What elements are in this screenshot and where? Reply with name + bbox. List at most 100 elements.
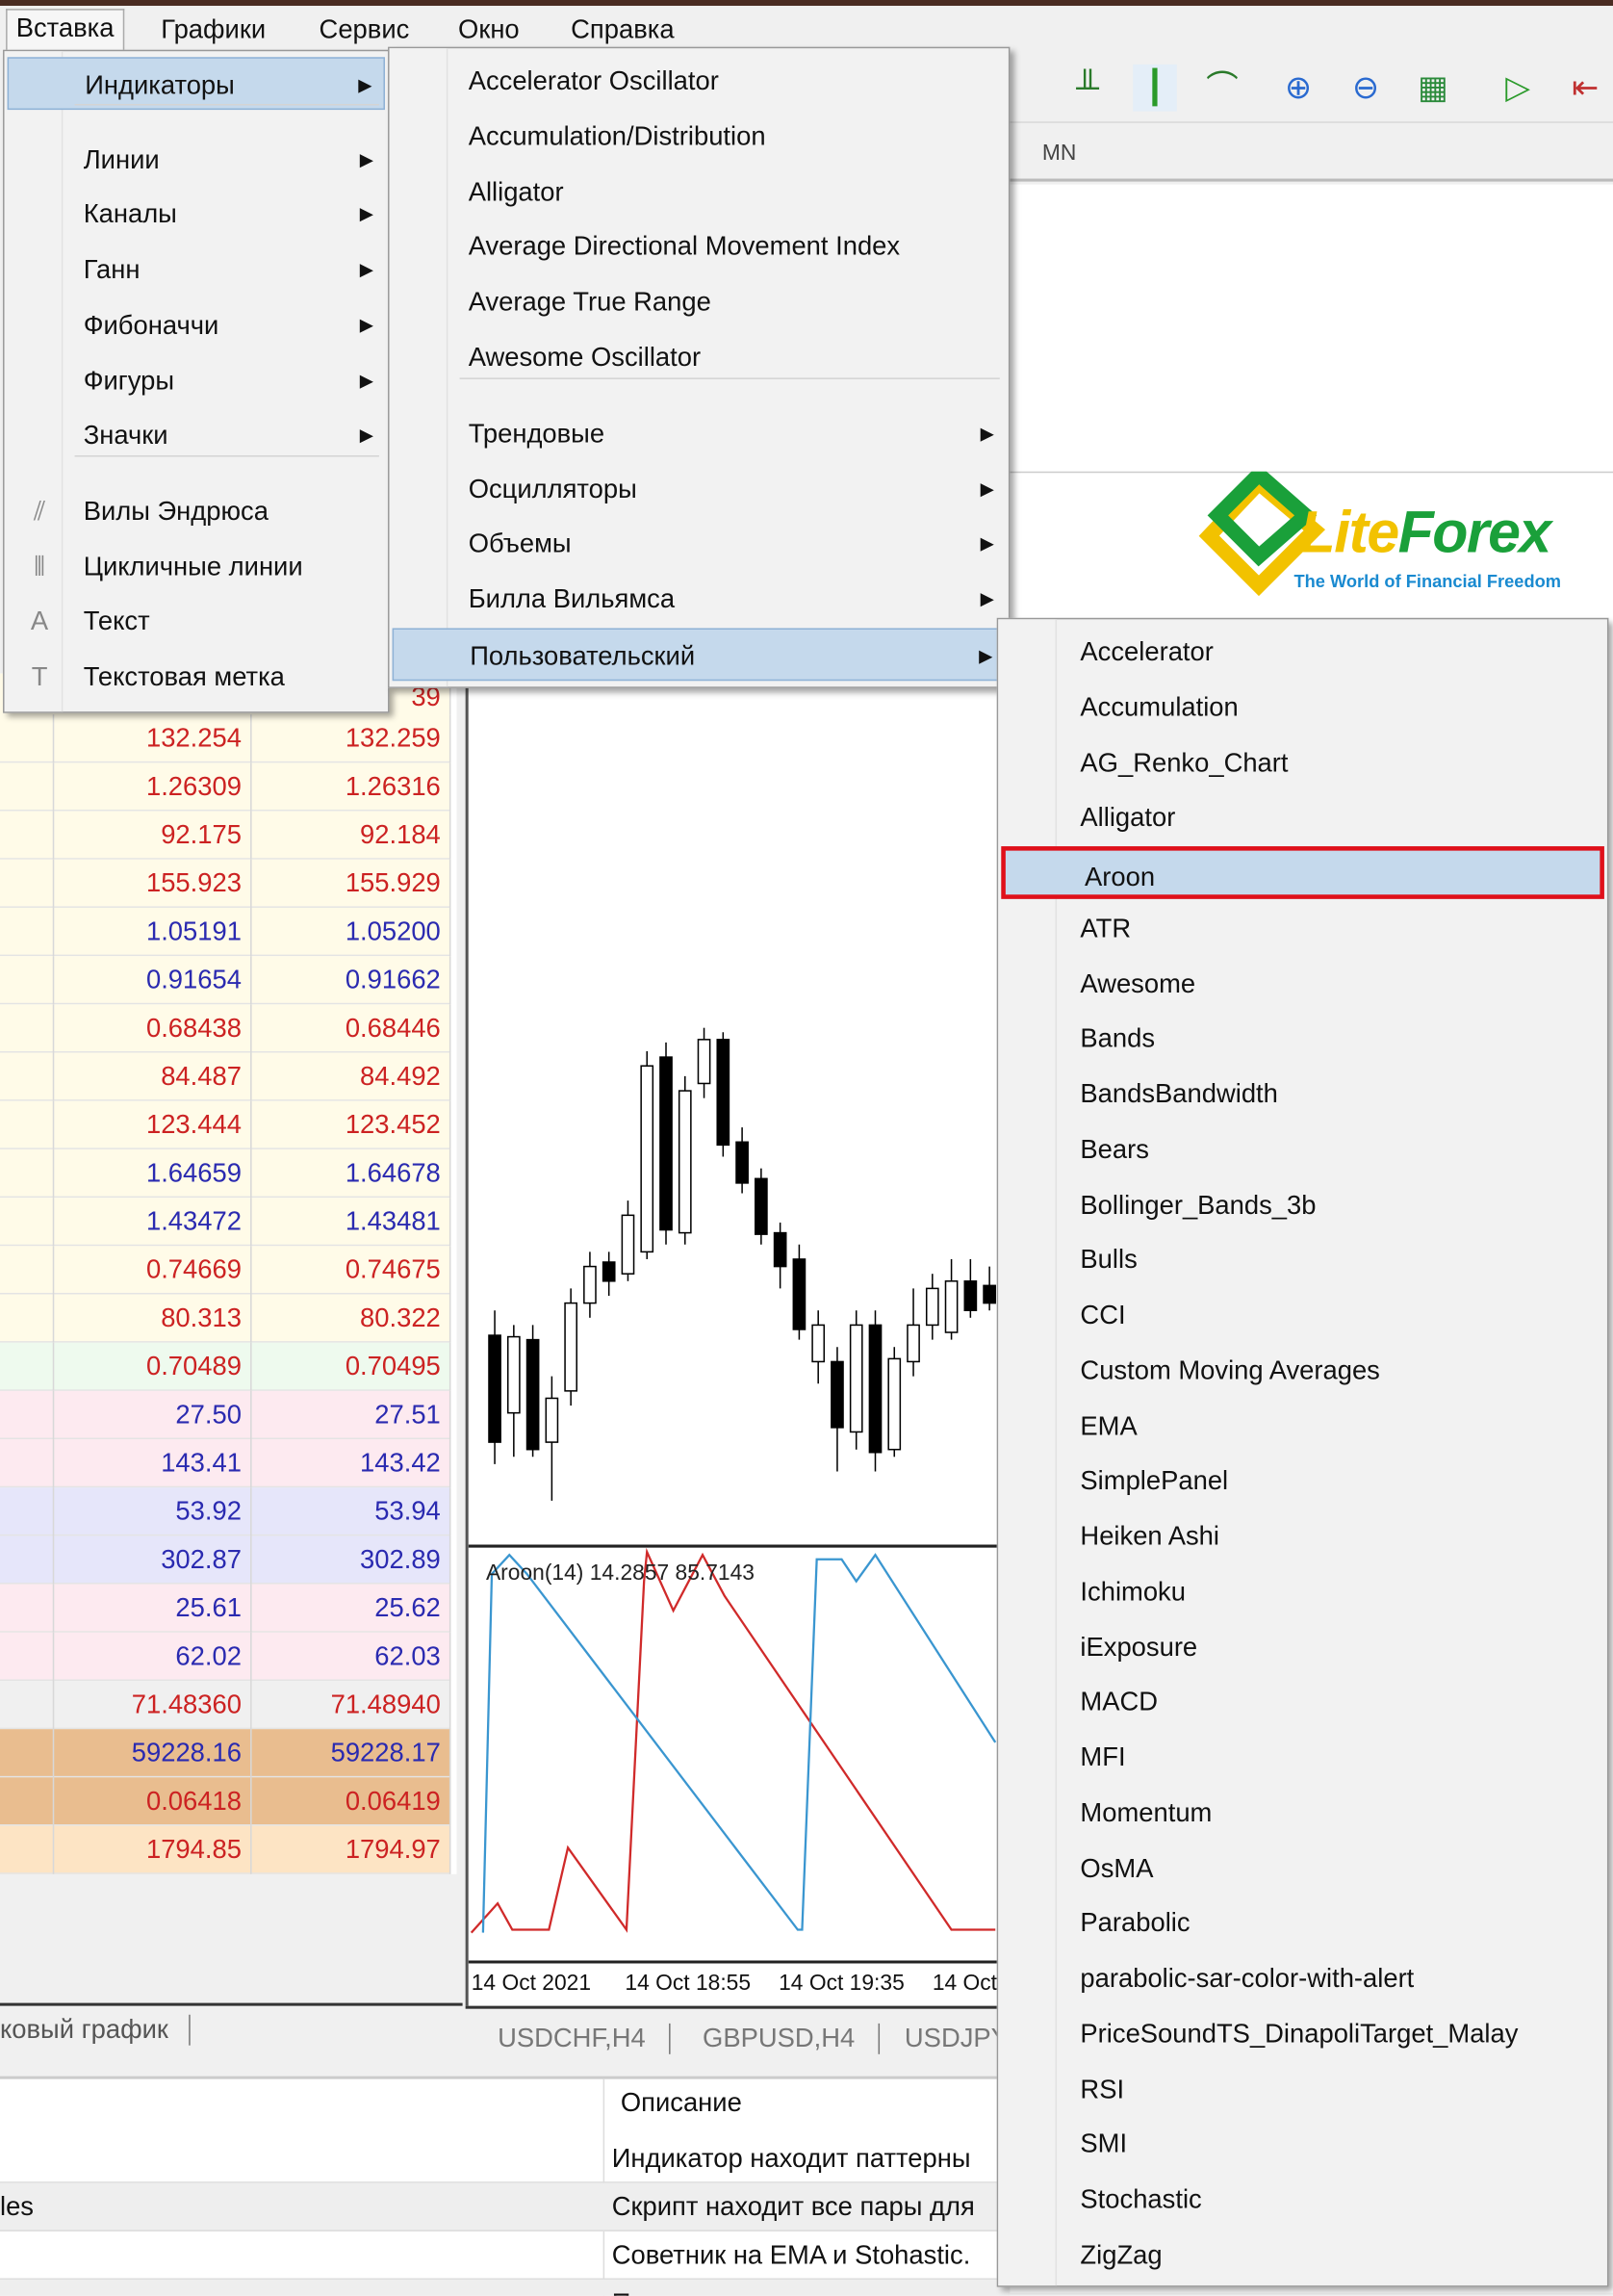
market-watch-row[interactable]: 1.26309 1.26316 xyxy=(0,762,451,812)
custom-indicator-item[interactable]: Bulls xyxy=(1001,1233,1604,1286)
indicators-menu-item[interactable]: Accelerator Oscillator xyxy=(393,54,1006,107)
custom-indicator-item[interactable]: Custom Moving Averages xyxy=(1001,1344,1604,1397)
insert-menu-item[interactable]: Значки ▶ xyxy=(8,409,385,462)
tab-usdjpy[interactable]: USDJPY xyxy=(905,2024,1009,2054)
indicators-menu-item[interactable]: Accumulation/Distribution xyxy=(393,110,1006,163)
insert-menu-item[interactable]: Ганн ▶ xyxy=(8,244,385,297)
market-watch-row[interactable]: 62.02 62.03 xyxy=(0,1632,451,1681)
custom-indicator-item[interactable]: EMA xyxy=(1001,1399,1604,1452)
zoom-out-icon[interactable]: ⊖ xyxy=(1344,64,1388,112)
insert-menu-item[interactable]: Каналы ▶ xyxy=(8,188,385,241)
insert-menu-item[interactable]: Индикаторы ▶ xyxy=(7,57,385,111)
insert-menu-item[interactable]: Текст A xyxy=(8,595,385,648)
market-watch-row[interactable]: 25.61 25.62 xyxy=(0,1584,451,1633)
market-watch-row[interactable]: 155.923 155.929 xyxy=(0,859,451,908)
custom-indicator-item[interactable]: iExposure xyxy=(1001,1620,1604,1673)
insert-menu-item[interactable]: Вилы Эндрюса ⫽ xyxy=(8,484,385,537)
custom-indicator-item[interactable]: Awesome xyxy=(1001,957,1604,1010)
custom-indicator-item[interactable]: Stochastic xyxy=(1001,2173,1604,2226)
chart-area[interactable]: Aroon(14) 14.2857 85.7143 14 Oct 2021 14… xyxy=(465,673,1013,2006)
custom-indicator-item[interactable]: Accumulation xyxy=(1001,681,1604,734)
market-watch-row[interactable]: 53.92 53.94 xyxy=(0,1487,451,1536)
indicators-menu-item[interactable]: Осцилляторы ▶ xyxy=(393,462,1006,515)
market-watch-row[interactable]: 59228.16 59228.17 xyxy=(0,1729,451,1778)
bar-chart-icon[interactable]: ╨ xyxy=(1065,64,1110,112)
price-chart[interactable] xyxy=(468,674,1013,2006)
custom-indicator-item[interactable]: ZigZag xyxy=(1001,2228,1604,2281)
custom-indicator-item[interactable]: Bears xyxy=(1001,1122,1604,1175)
insert-menu-item[interactable]: Цикличные линии ⦀ xyxy=(8,540,385,593)
custom-indicator-item[interactable]: CCI xyxy=(1001,1288,1604,1341)
menu-help[interactable]: Справка xyxy=(562,12,683,47)
custom-indicator-item[interactable]: MFI xyxy=(1001,1731,1604,1784)
line-chart-icon[interactable]: ⌒ xyxy=(1200,64,1244,112)
table-row[interactable]: les Скрипт находит все пары для xyxy=(0,2182,1011,2232)
candlestick-chart-icon[interactable]: ┃ xyxy=(1133,64,1177,112)
custom-indicator-item[interactable]: Bands xyxy=(1001,1012,1604,1065)
insert-menu-item[interactable]: Фигуры ▶ xyxy=(8,353,385,406)
indicators-menu-item[interactable]: Awesome Oscillator xyxy=(393,331,1006,384)
custom-indicator-item[interactable]: Momentum xyxy=(1001,1786,1604,1839)
tab-usdchf[interactable]: USDCHF,H4 xyxy=(498,2023,671,2054)
custom-indicator-item[interactable]: Parabolic xyxy=(1001,1896,1604,1949)
indicators-menu-item[interactable]: Объемы ▶ xyxy=(393,517,1006,570)
market-watch-row[interactable]: 1.05191 1.05200 xyxy=(0,907,451,957)
market-watch-row[interactable]: 0.06418 0.06419 xyxy=(0,1777,451,1826)
menu-charts[interactable]: Графики xyxy=(152,12,274,47)
custom-indicator-item[interactable]: BandsBandwidth xyxy=(1001,1068,1604,1121)
indicators-menu-item[interactable]: Билла Вильямса ▶ xyxy=(393,573,1006,626)
market-watch-row[interactable]: 71.48360 71.48940 xyxy=(0,1680,451,1730)
insert-menu-item[interactable]: Текстовая метка T xyxy=(8,650,385,703)
market-watch-row[interactable]: 123.444 123.452 xyxy=(0,1100,451,1149)
custom-indicator-item[interactable]: SimplePanel xyxy=(1001,1455,1604,1508)
indicators-menu-item[interactable]: Alligator xyxy=(393,165,1006,218)
custom-indicator-item[interactable]: Aroon xyxy=(1001,846,1604,899)
custom-indicator-item[interactable]: Ichimoku xyxy=(1001,1564,1604,1617)
market-watch-row[interactable]: 27.50 27.51 xyxy=(0,1390,451,1440)
tab-gbpusd[interactable]: GBPUSD,H4 xyxy=(703,2023,881,2054)
table-row[interactable]: Советник на EMA и Stohastic. xyxy=(0,2232,1011,2281)
market-watch-row[interactable]: 0.91654 0.91662 xyxy=(0,956,451,1005)
menu-tools[interactable]: Сервис xyxy=(310,12,418,47)
market-watch-row[interactable]: 132.254 132.259 xyxy=(0,714,451,763)
market-watch-row[interactable]: 302.87 302.89 xyxy=(0,1535,451,1585)
market-watch-row[interactable]: 1.43472 1.43481 xyxy=(0,1198,451,1247)
tile-windows-icon[interactable]: ▦ xyxy=(1411,64,1455,112)
insert-menu-item[interactable]: Фибоначчи ▶ xyxy=(8,298,385,351)
autoscroll-icon[interactable]: ⇤ xyxy=(1563,64,1607,112)
custom-indicator-item[interactable]: MACD xyxy=(1001,1675,1604,1728)
custom-indicator-item[interactable]: PriceSoundTS_DinapoliTarget_Malay xyxy=(1001,2007,1604,2060)
market-watch-row[interactable]: 92.175 92.184 xyxy=(0,811,451,860)
market-watch-row[interactable]: 0.68438 0.68446 xyxy=(0,1004,451,1053)
indicators-menu-item[interactable]: Average Directional Movement Index xyxy=(393,220,1006,273)
menu-insert[interactable]: Вставка xyxy=(6,9,125,53)
table-row[interactable]: Индикатор находит паттерны xyxy=(0,2134,1011,2183)
indicators-menu-item[interactable]: Пользовательский ▶ xyxy=(392,628,1006,682)
custom-indicator-item[interactable]: AG_Renko_Chart xyxy=(1001,735,1604,788)
custom-indicator-item[interactable]: OsMA xyxy=(1001,1842,1604,1895)
custom-indicator-item[interactable]: RSI xyxy=(1001,2062,1604,2115)
market-watch-row[interactable]: 0.70489 0.70495 xyxy=(0,1342,451,1391)
insert-menu-item[interactable]: Линии ▶ xyxy=(8,133,385,186)
custom-indicator-item[interactable]: Accelerator xyxy=(1001,625,1604,678)
market-watch-row[interactable]: 80.313 80.322 xyxy=(0,1294,451,1343)
zoom-in-icon[interactable]: ⊕ xyxy=(1276,64,1320,112)
table-row[interactable]: П xyxy=(0,2280,1011,2296)
indicators-menu-item[interactable]: Average True Range xyxy=(393,275,1006,328)
market-watch-row[interactable]: 84.487 84.492 xyxy=(0,1052,451,1101)
market-watch-row[interactable]: 1.64659 1.64678 xyxy=(0,1148,451,1199)
market-watch-row[interactable]: 143.41 143.42 xyxy=(0,1439,451,1488)
indicators-menu-item[interactable]: Трендовые ▶ xyxy=(393,407,1006,460)
chart-shift-icon[interactable]: ▷ xyxy=(1496,64,1540,112)
column-header-description[interactable]: Описание xyxy=(621,2088,742,2119)
custom-indicator-item[interactable]: Bollinger_Bands_3b xyxy=(1001,1178,1604,1231)
market-watch-row[interactable]: 0.74669 0.74675 xyxy=(0,1246,451,1295)
menu-window[interactable]: Окно xyxy=(449,12,528,47)
custom-indicator-item[interactable]: ATR xyxy=(1001,901,1604,954)
market-watch-row[interactable]: 1794.85 1794.97 xyxy=(0,1825,451,1874)
custom-indicator-item[interactable]: Alligator xyxy=(1001,791,1604,844)
custom-indicator-item[interactable]: parabolic-sar-color-with-alert xyxy=(1001,1951,1604,2004)
custom-indicator-item[interactable]: SMI xyxy=(1001,2118,1604,2171)
custom-indicator-item[interactable]: Heiken Ashi xyxy=(1001,1509,1604,1562)
tab-tick-chart[interactable]: ковый график xyxy=(0,2014,191,2046)
